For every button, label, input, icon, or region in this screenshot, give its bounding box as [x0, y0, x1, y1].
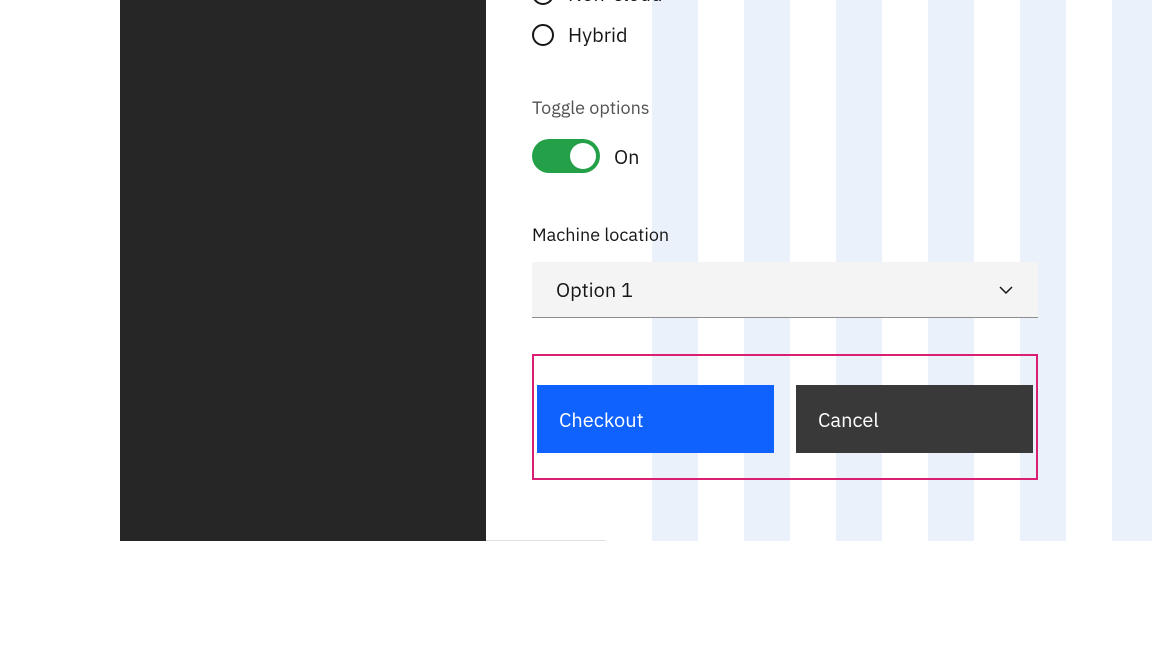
radio-circle-icon	[532, 24, 554, 46]
checkout-button[interactable]: Checkout	[537, 385, 774, 453]
chevron-down-icon	[998, 282, 1014, 298]
radio-circle-icon	[532, 0, 554, 5]
select-selected-value: Option 1	[556, 276, 633, 303]
button-highlight-box: Checkout Cancel	[532, 354, 1038, 480]
location-field-label: Machine location	[532, 223, 1092, 246]
radio-label-non-cloud: Non-cloud	[568, 0, 663, 7]
radio-hybrid[interactable]: Hybrid	[532, 21, 1092, 48]
toggle-knob	[570, 143, 596, 169]
toggle-switch[interactable]	[532, 139, 600, 173]
radio-label-hybrid: Hybrid	[568, 21, 628, 48]
toggle-state-label: On	[614, 143, 640, 170]
radio-non-cloud[interactable]: Non-cloud	[532, 0, 1092, 7]
radio-group: Non-cloud Hybrid	[532, 0, 1092, 48]
toggle-section-label: Toggle options	[532, 96, 1092, 119]
location-select[interactable]: Option 1	[532, 262, 1038, 318]
form-area: Non-cloud Hybrid Toggle options On Machi…	[532, 0, 1092, 480]
toggle-row: On	[532, 139, 1092, 173]
cancel-button[interactable]: Cancel	[796, 385, 1033, 453]
content-area: Non-cloud Hybrid Toggle options On Machi…	[120, 0, 1130, 541]
sidebar-panel	[120, 0, 486, 541]
